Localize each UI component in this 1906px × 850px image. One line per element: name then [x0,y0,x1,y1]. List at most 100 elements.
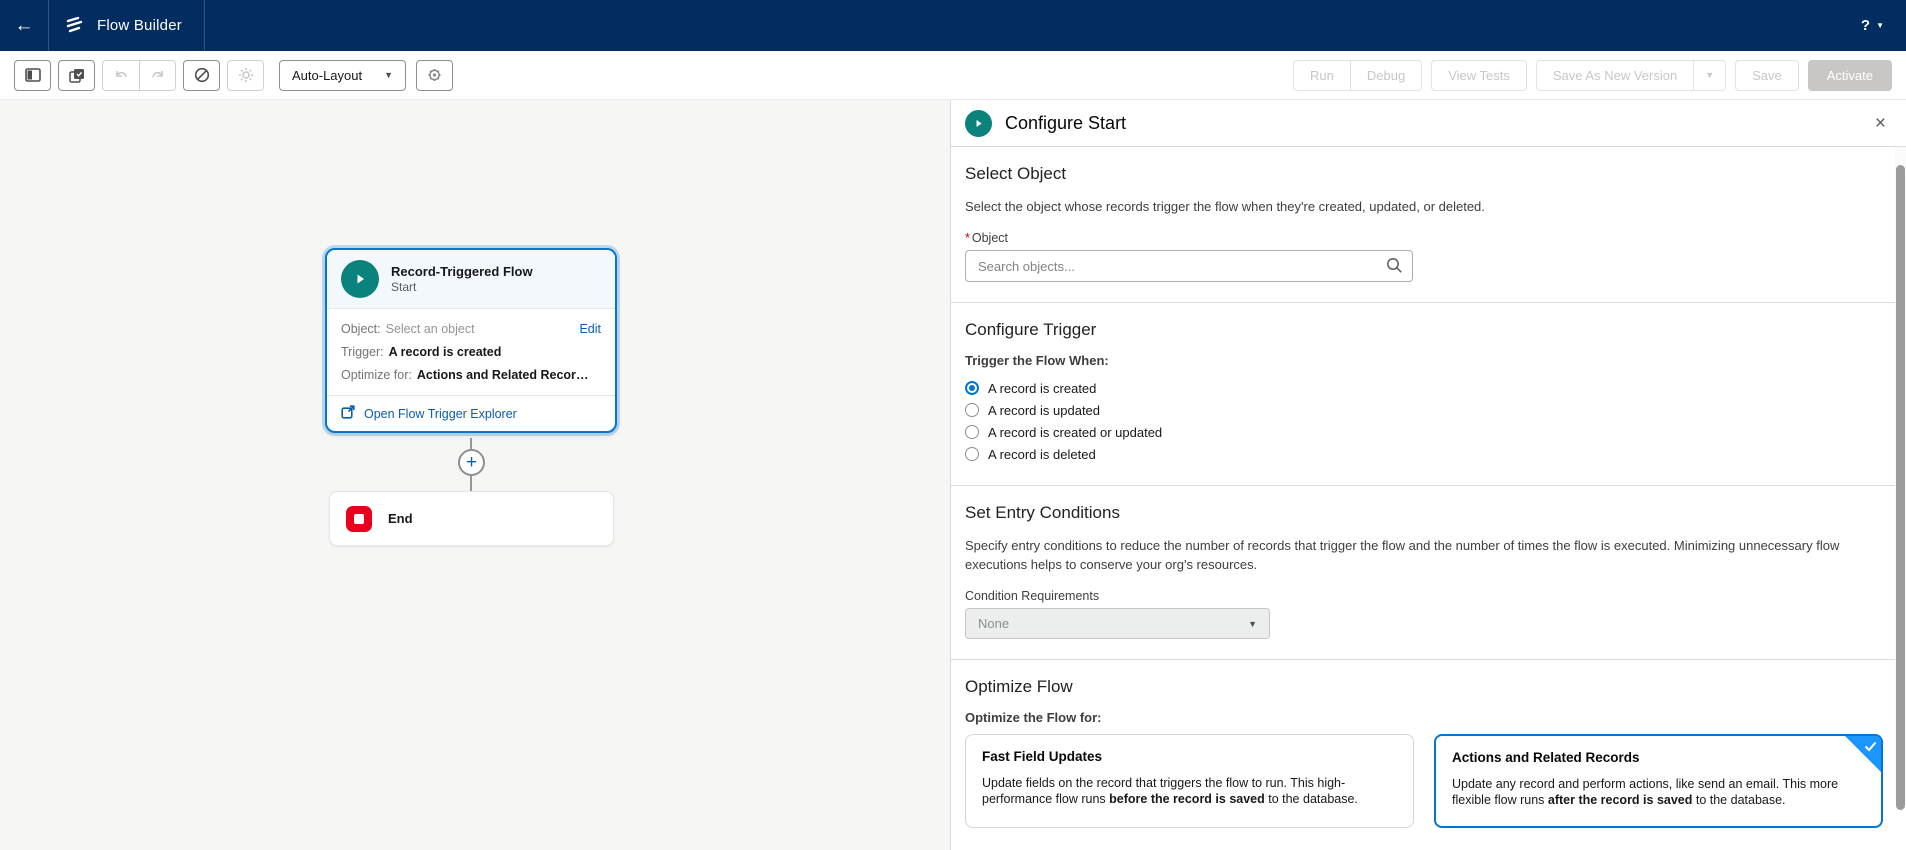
top-navigation-bar: ← Flow Builder ? ▼ [0,0,1906,51]
radio-record-deleted[interactable]: A record is deleted [965,443,1892,465]
condition-requirements-select[interactable]: None ▼ [965,608,1270,639]
card-title: Fast Field Updates [982,749,1103,764]
object-search-field [965,250,1413,282]
panel-scrollbar-track[interactable] [1895,147,1906,810]
optimize-flow-section: Optimize Flow Optimize the Flow for: Fas… [951,660,1906,828]
radio-label: A record is created or updated [988,424,1163,440]
layout-mode-dropdown[interactable]: Auto-Layout ▼ [279,59,407,91]
copy-elements-icon [68,68,85,83]
card-fast-field-updates[interactable]: Fast Field Updates Update fields on the … [965,734,1414,828]
add-element-button[interactable]: + [458,449,485,476]
radio-label: A record is deleted [988,446,1096,462]
optimize-flow-heading: Optimize Flow [965,677,1073,696]
card-body: Update fields on the record that trigger… [982,775,1382,807]
run-button[interactable]: Run [1293,59,1350,91]
radio-icon [965,403,979,417]
configure-trigger-section: Configure Trigger Trigger the Flow When:… [951,303,1906,465]
flow-canvas[interactable]: Record-Triggered Flow Start Object: Sele… [0,100,950,850]
help-menu-button[interactable]: ? ▼ [1861,17,1884,34]
start-node-trigger-row: Trigger: A record is created [341,341,601,364]
trigger-when-label: Trigger the Flow When: [965,353,1109,368]
card-body: Update any record and perform actions, l… [1452,776,1852,808]
end-node-label: End [388,511,413,526]
select-elements-button[interactable] [58,59,95,91]
app-brand: Flow Builder [49,0,204,51]
flow-builder-app: ← Flow Builder ? ▼ Auto-Layout ▼ Run Deb… [0,0,1906,850]
entry-conditions-description: Specify entry conditions to reduce the n… [965,538,1840,572]
edit-link[interactable]: Edit [579,318,601,341]
save-button[interactable]: Save [1735,59,1799,91]
trigger-label: Trigger: [341,345,384,359]
entry-conditions-section: Set Entry Conditions Specify entry condi… [951,486,1906,639]
toggle-toolbox-button[interactable] [14,59,51,91]
configure-start-panel: Configure Start × Select Object Select t… [950,100,1906,850]
radio-record-created[interactable]: A record is created [965,377,1892,399]
check-icon [1864,739,1877,757]
panel-header: Configure Start × [951,100,1906,147]
save-as-new-version-group: Save As New Version ▼ [1535,59,1727,91]
toolbar-actions: Run Debug View Tests Save As New Version… [1293,59,1892,91]
help-icon: ? [1860,17,1871,34]
start-node-object-row: Object: Select an object Edit [341,318,601,341]
start-node-titles: Record-Triggered Flow Start [391,263,533,295]
flow-settings-button[interactable] [227,59,264,91]
start-node[interactable]: Record-Triggered Flow Start Object: Sele… [325,248,617,433]
object-label: Object: [341,322,381,336]
canvas-view-options-button[interactable] [416,59,454,91]
radio-record-updated[interactable]: A record is updated [965,399,1892,421]
close-icon[interactable]: × [1869,114,1892,133]
card-actions-and-related-records[interactable]: Actions and Related Records Update any r… [1434,734,1883,828]
start-node-header: Record-Triggered Flow Start [327,250,615,309]
redo-icon [150,68,166,82]
end-node[interactable]: End [329,491,614,546]
debug-button[interactable]: Debug [1349,59,1423,91]
redo-button[interactable] [139,59,176,91]
optimize-label: Optimize for: [341,368,412,382]
plus-icon: + [465,452,478,473]
chevron-down-icon: ▼ [1248,618,1257,629]
entry-conditions-heading: Set Entry Conditions [965,503,1120,522]
object-field-label: * Object [965,231,1892,245]
back-arrow-icon: ← [14,14,34,36]
panel-title: Configure Start [1005,112,1127,133]
start-node-optimize-row: Optimize for: Actions and Related Record… [341,364,601,387]
flow-builder-logo-icon [65,16,87,36]
undo-redo-group [102,59,176,91]
radio-icon [965,425,979,439]
save-as-new-version-button[interactable]: Save As New Version [1535,59,1694,91]
gear-badge-icon [426,67,443,83]
radio-label: A record is created [988,380,1097,396]
object-search-input[interactable] [965,250,1413,282]
optimize-value: Actions and Related Records [416,368,589,382]
condition-requirements-value: None [978,616,1010,631]
chevron-down-icon: ▼ [1705,70,1715,80]
activate-button[interactable]: Activate [1807,59,1892,91]
external-link-icon [341,405,355,422]
toolbox-panel-icon [24,68,41,82]
view-tests-button[interactable]: View Tests [1431,59,1527,91]
start-node-body: Object: Select an object Edit Trigger: A… [327,309,615,395]
radio-label: A record is updated [988,402,1101,418]
disable-element-button[interactable] [183,59,220,91]
start-node-subtitle: Start [391,280,417,294]
save-as-new-version-caret-button[interactable]: ▼ [1693,59,1727,91]
undo-button[interactable] [102,59,139,91]
canvas-toolbar: Auto-Layout ▼ Run Debug View Tests Save … [0,51,1906,100]
back-button[interactable]: ← [0,0,48,51]
header-divider-2 [203,0,205,51]
layout-mode-value: Auto-Layout [292,67,363,83]
open-flow-trigger-explorer-link[interactable]: Open Flow Trigger Explorer [327,395,615,431]
radio-icon [965,447,979,461]
search-icon [1386,257,1403,279]
select-object-description: Select the object whose records trigger … [965,199,1485,214]
configure-trigger-heading: Configure Trigger [965,320,1097,339]
radio-record-created-or-updated[interactable]: A record is created or updated [965,421,1892,443]
optimize-for-label: Optimize the Flow for: [965,710,1102,725]
panel-scrollbar-thumb[interactable] [1896,165,1905,810]
app-title: Flow Builder [97,17,182,34]
panel-body: Select Object Select the object whose re… [951,147,1906,849]
optimize-cards: Fast Field Updates Update fields on the … [965,734,1892,828]
condition-requirements-label: Condition Requirements [965,589,1100,603]
trigger-value: A record is created [388,345,502,359]
object-field-label-text: Object [971,231,1009,245]
